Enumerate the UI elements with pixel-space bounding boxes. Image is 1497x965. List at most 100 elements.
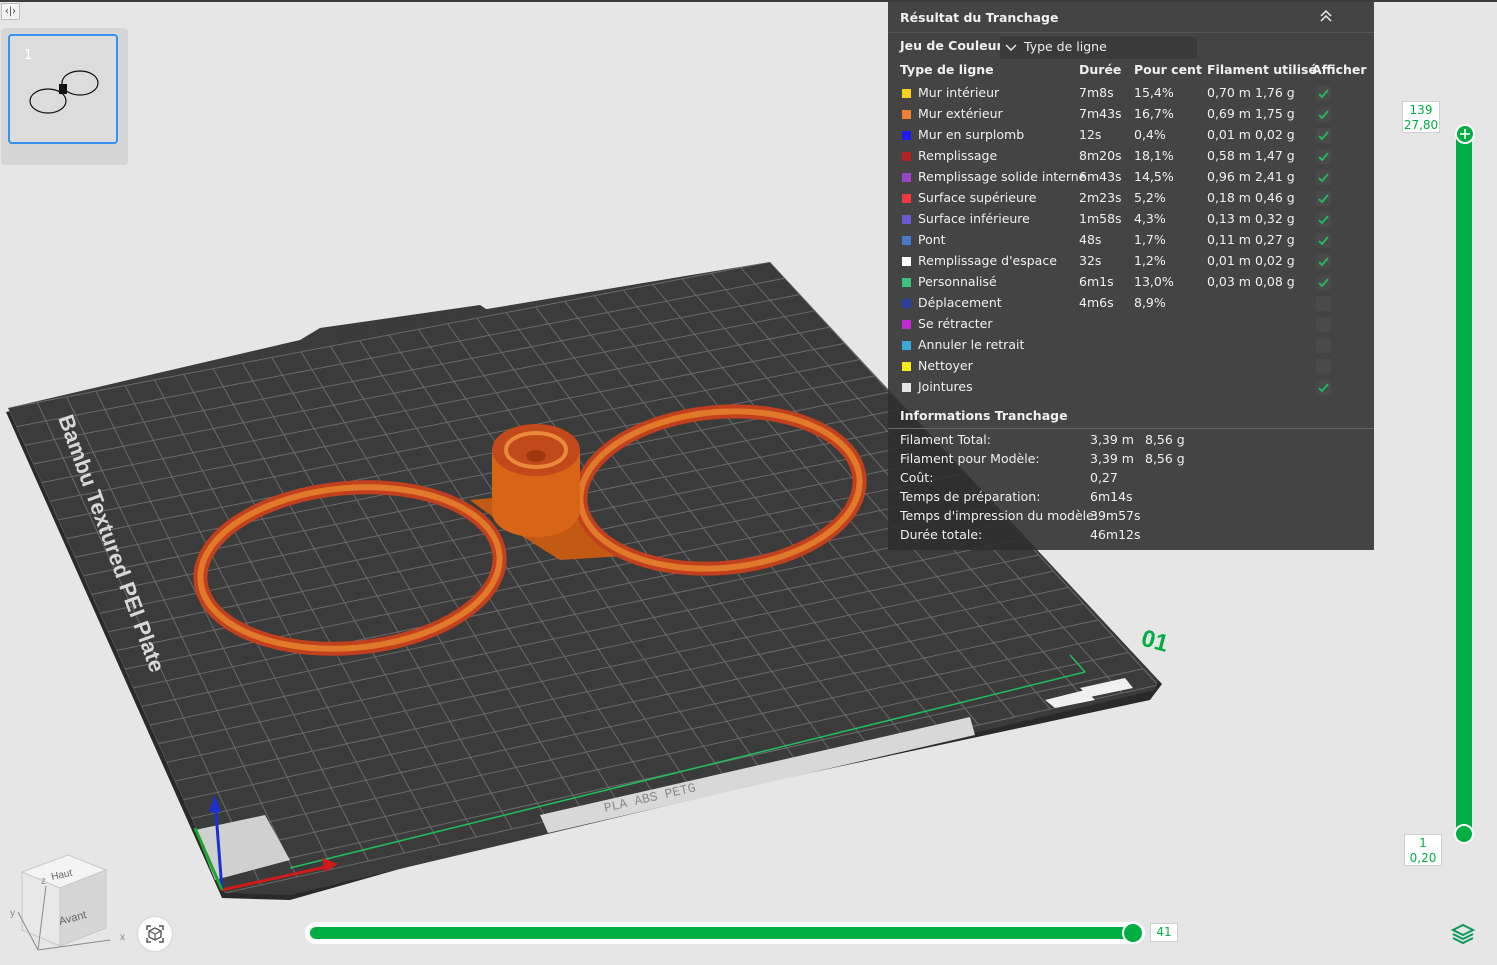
line-type-name: Jointures: [918, 379, 973, 394]
line-type-row: Annuler le retrait: [888, 335, 1374, 356]
line-type-duration: 48s: [1079, 232, 1102, 247]
show-checkbox[interactable]: [1316, 149, 1331, 164]
info-value-secondary: 8,56 g: [1145, 451, 1185, 466]
line-type-name: Mur en surplomb: [918, 127, 1025, 142]
slicing-info-row: Filament Total: 3,39 m 8,56 g: [888, 431, 1374, 450]
show-checkbox[interactable]: [1316, 191, 1331, 206]
line-type-row: Personnalisé 6m1s 13,0% 0,03 m 0,08 g: [888, 272, 1374, 293]
line-type-filament-weight: 1,47 g: [1255, 148, 1295, 163]
line-type-color-swatch: [902, 362, 911, 371]
layers-icon[interactable]: [1451, 923, 1475, 945]
layer-slider-track[interactable]: [1456, 127, 1472, 839]
chevron-down-icon: [1005, 44, 1017, 51]
layer-slider-top-handle[interactable]: [1455, 124, 1475, 144]
layer-slider-bottom-handle[interactable]: [1454, 824, 1474, 844]
line-type-row: Remplissage solide interne 6m43s 14,5% 0,96…: [888, 167, 1374, 188]
line-type-filament-weight: 0,46 g: [1255, 190, 1295, 205]
color-set-value: Type de ligne: [1024, 39, 1107, 54]
layer-slider-bottom-label: 1 0,20: [1404, 834, 1442, 866]
collapse-sidebar-button[interactable]: ‹|›: [1, 3, 20, 20]
line-type-percent: 5,2%: [1134, 190, 1166, 205]
info-value: 46m12s: [1090, 527, 1141, 542]
line-type-name: Remplissage solide interne: [918, 169, 1087, 184]
show-checkbox[interactable]: [1316, 275, 1331, 290]
plate-thumbnail[interactable]: 1: [8, 34, 118, 144]
color-set-select[interactable]: Type de ligne: [1000, 37, 1197, 59]
show-checkbox[interactable]: [1316, 212, 1331, 227]
show-checkbox[interactable]: [1316, 254, 1331, 269]
line-type-percent: 16,7%: [1134, 106, 1174, 121]
header-duration: Durée: [1079, 62, 1122, 77]
line-type-name: Se rétracter: [918, 316, 993, 331]
line-type-color-swatch: [902, 299, 911, 308]
check-icon: [1318, 257, 1329, 267]
line-type-filament-length: 0,69 m: [1207, 106, 1251, 121]
view-cube[interactable]: Haut Avant x y z: [8, 850, 133, 960]
show-checkbox[interactable]: [1316, 170, 1331, 185]
line-type-color-swatch: [902, 152, 911, 161]
plus-icon: [1460, 129, 1470, 139]
line-type-name: Mur extérieur: [918, 106, 1003, 121]
line-type-filament-length: 0,58 m: [1207, 148, 1251, 163]
line-type-duration: 7m8s: [1079, 85, 1114, 100]
slicing-info-row: Durée totale: 46m12s: [888, 526, 1374, 545]
slicing-info-row: Filament pour Modèle: 3,39 m 8,56 g: [888, 450, 1374, 469]
slicing-info-row: Temps d'impression du modèle: 39m57s: [888, 507, 1374, 526]
collapse-panel-icon[interactable]: [1318, 8, 1334, 24]
line-type-color-swatch: [902, 236, 911, 245]
camera-reset-button[interactable]: [138, 917, 172, 951]
show-checkbox[interactable]: [1316, 128, 1331, 143]
line-type-duration: 6m1s: [1079, 274, 1114, 289]
line-type-row: Nettoyer: [888, 356, 1374, 377]
show-checkbox[interactable]: [1316, 380, 1331, 395]
line-type-duration: 12s: [1079, 127, 1102, 142]
show-checkbox[interactable]: [1316, 359, 1331, 374]
show-checkbox[interactable]: [1316, 233, 1331, 248]
line-type-duration: 8m20s: [1079, 148, 1122, 163]
show-checkbox[interactable]: [1316, 86, 1331, 101]
move-slider-handle[interactable]: [1122, 922, 1144, 944]
line-type-duration: 7m43s: [1079, 106, 1122, 121]
line-type-percent: 14,5%: [1134, 169, 1174, 184]
move-slider-fill: [310, 927, 1132, 939]
header-type: Type de ligne: [900, 62, 994, 77]
line-type-color-swatch: [902, 110, 911, 119]
show-checkbox[interactable]: [1316, 107, 1331, 122]
line-type-name: Mur intérieur: [918, 85, 1000, 100]
line-type-color-swatch: [902, 383, 911, 392]
line-type-filament-weight: 0,02 g: [1255, 253, 1295, 268]
info-divider: [888, 428, 1374, 429]
line-type-color-swatch: [902, 215, 911, 224]
line-type-filament-length: 0,18 m: [1207, 190, 1251, 205]
line-type-row: Remplissage 8m20s 18,1% 0,58 m 1,47 g: [888, 146, 1374, 167]
move-slider-value: 41: [1150, 923, 1178, 942]
show-checkbox[interactable]: [1316, 338, 1331, 353]
check-icon: [1318, 89, 1329, 99]
move-slider-track[interactable]: [305, 922, 1145, 944]
line-type-percent: 8,9%: [1134, 295, 1166, 310]
line-type-color-swatch: [902, 257, 911, 266]
line-type-filament-weight: 0,02 g: [1255, 127, 1295, 142]
show-checkbox[interactable]: [1316, 296, 1331, 311]
line-type-percent: 4,3%: [1134, 211, 1166, 226]
line-type-duration: 4m6s: [1079, 295, 1114, 310]
slicing-result-panel: Résultat du Tranchage Jeu de Couleur Typ…: [888, 2, 1374, 550]
line-type-row: Remplissage d'espace 32s 1,2% 0,01 m 0,02 g: [888, 251, 1374, 272]
line-type-color-swatch: [902, 131, 911, 140]
check-icon: [1318, 215, 1329, 225]
line-type-duration: 6m43s: [1079, 169, 1122, 184]
info-title: Informations Tranchage: [900, 408, 1068, 423]
info-label: Temps de préparation:: [900, 489, 1041, 504]
plate-list: 1: [1, 28, 128, 165]
line-type-table: Mur intérieur 7m8s 15,4% 0,70 m 1,76 g Mur ex…: [888, 83, 1374, 398]
line-type-color-swatch: [902, 320, 911, 329]
line-type-filament-length: 0,03 m: [1207, 274, 1251, 289]
line-type-percent: 13,0%: [1134, 274, 1174, 289]
info-value: 3,39 m: [1090, 432, 1134, 447]
line-type-row: Surface supérieure 2m23s 5,2% 0,18 m 0,46 g: [888, 188, 1374, 209]
panel-divider: [888, 32, 1374, 33]
line-type-filament-length: 0,13 m: [1207, 211, 1251, 226]
show-checkbox[interactable]: [1316, 317, 1331, 332]
line-type-color-swatch: [902, 89, 911, 98]
line-type-name: Surface supérieure: [918, 190, 1037, 205]
